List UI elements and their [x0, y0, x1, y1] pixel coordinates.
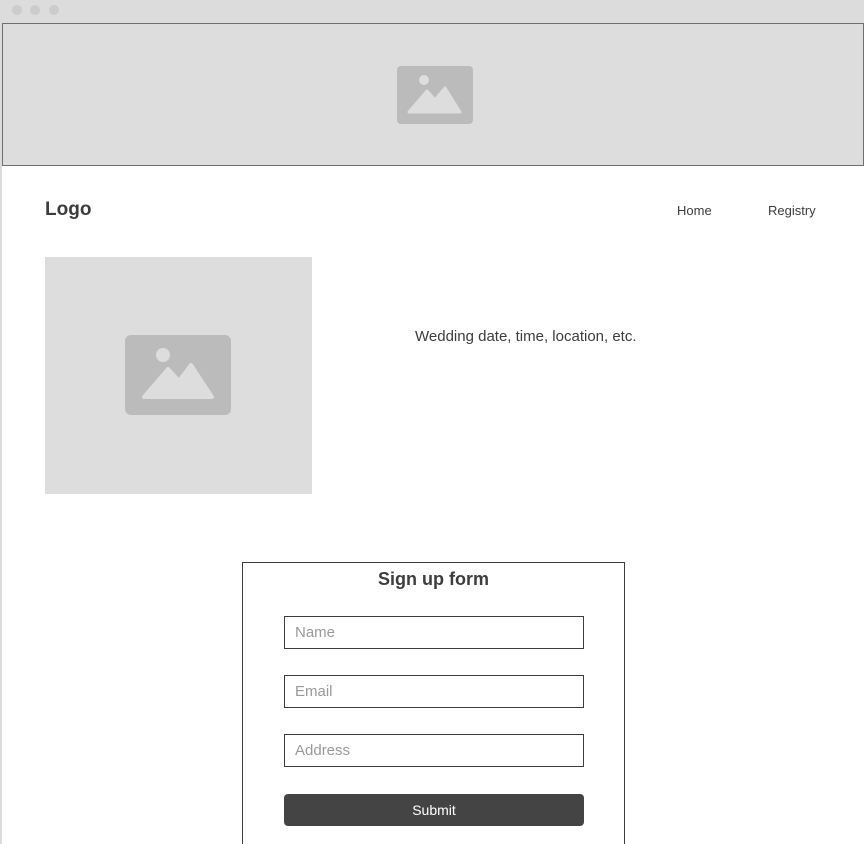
address-input[interactable] [284, 734, 584, 767]
couple-photo-placeholder [45, 257, 312, 494]
submit-button[interactable]: Submit [284, 794, 584, 826]
site-logo[interactable]: Logo [45, 199, 91, 221]
window-minimize-dot[interactable] [30, 5, 40, 15]
window-maximize-dot[interactable] [49, 5, 59, 15]
image-placeholder-icon [397, 66, 473, 124]
browser-window: Logo Home Registry Wedding date, time, l… [0, 0, 864, 844]
nav-registry-link[interactable]: Registry [768, 203, 816, 218]
form-title: Sign up form [378, 569, 489, 589]
image-placeholder-icon [125, 335, 231, 415]
signup-form: Sign up form Submit [242, 562, 625, 844]
window-close-dot[interactable] [12, 5, 22, 15]
hero-banner-image [2, 23, 864, 166]
email-input[interactable] [284, 675, 584, 708]
name-input[interactable] [284, 616, 584, 649]
window-titlebar [2, 0, 864, 23]
nav-home-link[interactable]: Home [677, 203, 712, 218]
wedding-details-text: Wedding date, time, location, etc. [415, 328, 637, 345]
